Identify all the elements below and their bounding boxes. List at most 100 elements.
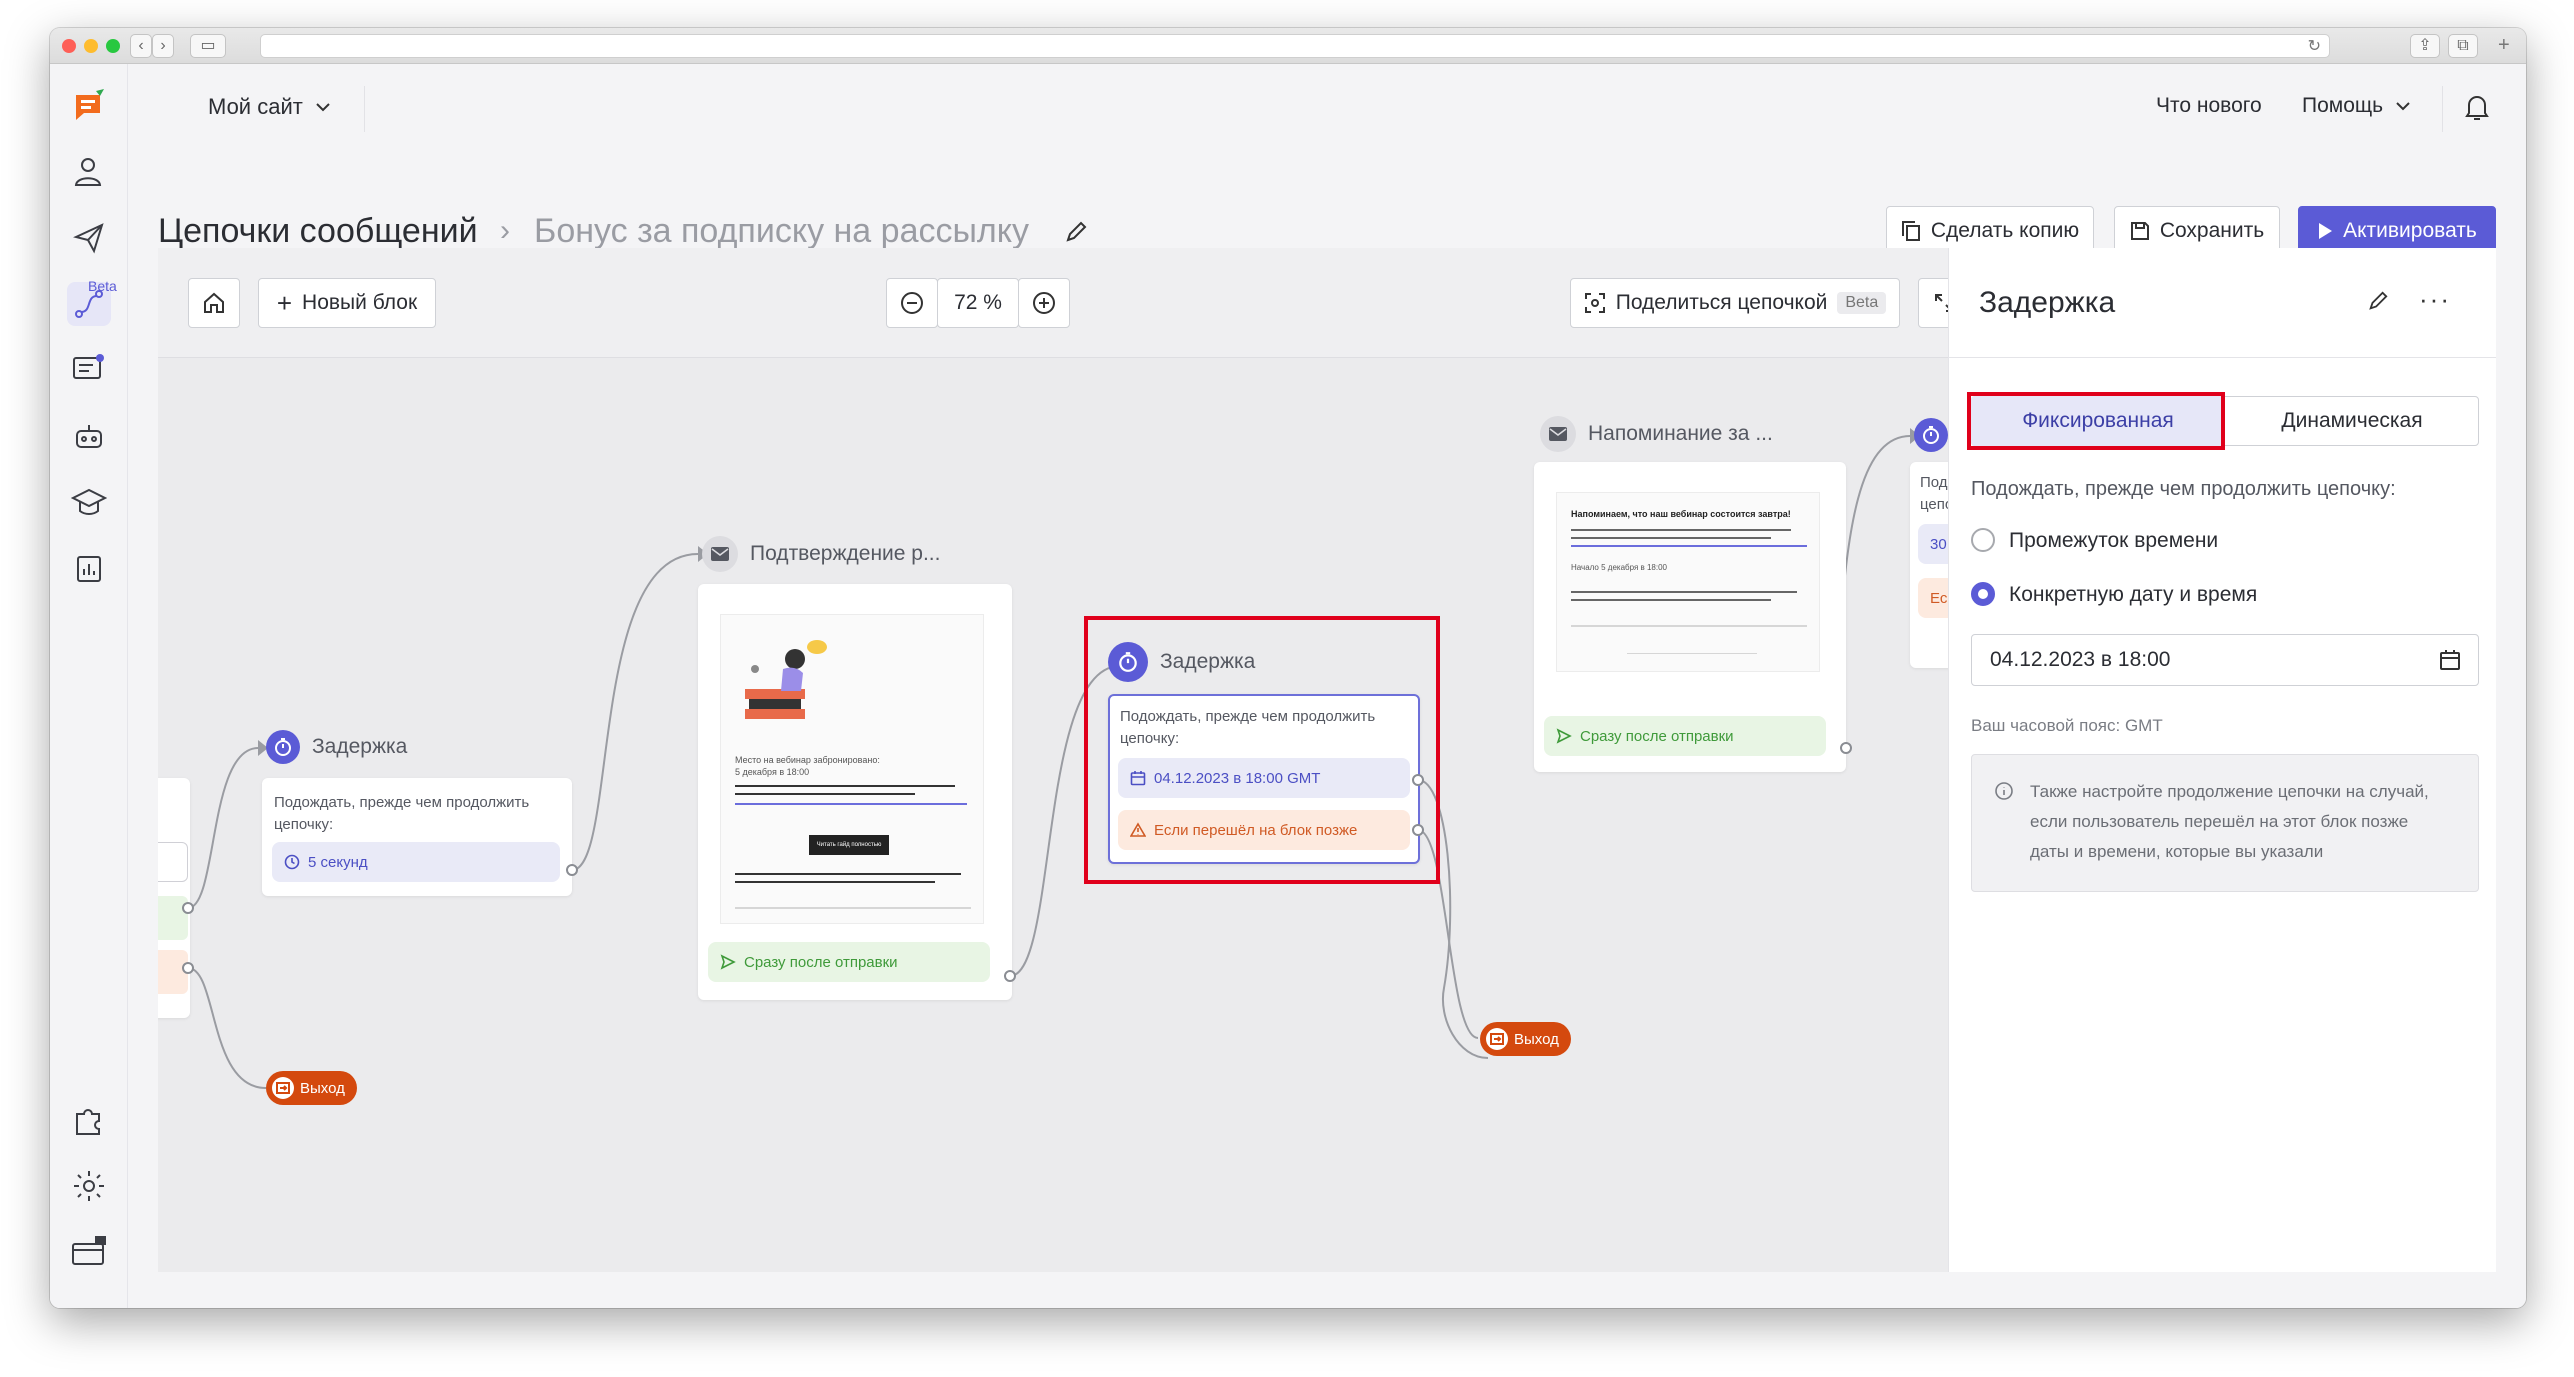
play-icon	[2319, 223, 2333, 239]
bell-icon[interactable]	[2464, 92, 2490, 127]
preview-text-line	[1571, 529, 1791, 531]
breadcrumb-root[interactable]: Цепочки сообщений	[158, 212, 478, 251]
delay-node-1-title[interactable]: Задержка	[266, 730, 407, 764]
help-menu[interactable]: Помощь	[2302, 94, 2411, 118]
timer-icon	[1914, 418, 1948, 452]
email-node-1-after-send: Сразу после отправки	[708, 942, 990, 982]
maximize-window-button[interactable]	[106, 39, 120, 53]
delay-node-3-late-branch: Ес	[1918, 578, 1948, 618]
address-bar[interactable]: ↻	[260, 34, 2330, 58]
sidebar-toggle-icon[interactable]: ▭	[190, 34, 226, 58]
education-icon[interactable]	[69, 482, 109, 522]
output-port[interactable]	[566, 864, 578, 876]
partial-node-left[interactable]	[158, 778, 190, 1018]
save-button-label: Сохранить	[2159, 219, 2265, 242]
site-selector-label: Мой сайт	[208, 94, 303, 119]
email-preview-2-heading: Напоминаем, что наш вебинар состоится за…	[1571, 509, 1791, 519]
browser-titlebar: ‹ › ▭ ↻ ⇪ ⧉ +	[50, 28, 2526, 64]
output-port[interactable]	[182, 962, 194, 974]
radio-datetime-label[interactable]: Конкретную дату и время	[2009, 583, 2257, 607]
preview-text-line	[1571, 599, 1771, 601]
site-selector[interactable]: Мой сайт	[208, 94, 331, 120]
output-port[interactable]	[1840, 742, 1852, 754]
delay-node-1[interactable]: Подождать, прежде чем продолжить цепочку…	[262, 778, 572, 896]
delay-node-2-late-branch: Если перешёл на блок позже	[1118, 810, 1410, 850]
email-node-1-title[interactable]: Подтверждение р...	[702, 536, 940, 572]
logo-icon[interactable]	[69, 86, 109, 126]
help-label: Помощь	[2302, 94, 2384, 117]
preview-text-line	[735, 785, 955, 787]
exit-node-2[interactable]: Выход	[1480, 1022, 1571, 1056]
delay-node-3[interactable]: Подож цепочк 30 Ес	[1910, 462, 1948, 668]
output-port[interactable]	[182, 902, 194, 914]
date-time-value: 04.12.2023 в 18:00	[1990, 648, 2171, 671]
info-text: Также настройте продолжение цепочки на с…	[2030, 782, 2429, 861]
email-node-2[interactable]: Напоминаем, что наш вебинар состоится за…	[1534, 462, 1846, 772]
chat-icon[interactable]	[69, 350, 109, 390]
share-icon[interactable]: ⇪	[2410, 34, 2440, 58]
preview-footer-line	[1627, 653, 1757, 654]
exit-node-1-label: Выход	[300, 1079, 345, 1097]
forward-icon[interactable]: ›	[152, 34, 174, 58]
more-options-icon[interactable]: ···	[2419, 284, 2451, 315]
calendar-icon[interactable]	[2438, 648, 2462, 672]
output-port[interactable]	[1412, 824, 1424, 836]
email-preview-1: Место на вебинар забронировано: 5 декабр…	[720, 614, 984, 924]
whats-new-link[interactable]: Что нового	[2156, 94, 2262, 118]
output-port[interactable]	[1412, 774, 1424, 786]
delay-node-2-title[interactable]: Задержка	[1108, 642, 1255, 682]
output-port[interactable]	[1004, 970, 1016, 982]
date-time-field[interactable]: 04.12.2023 в 18:00	[1971, 634, 2479, 686]
delay-node-2-value-text: 04.12.2023 в 18:00 GMT	[1154, 769, 1321, 787]
campaigns-icon[interactable]	[69, 218, 109, 258]
delay-node-1-value: 5 секунд	[272, 842, 560, 882]
illustration-icon	[745, 640, 827, 719]
preview-text-line	[735, 881, 935, 883]
copy-button-label: Сделать копию	[1930, 219, 2080, 242]
info-box: Также настройте продолжение цепочки на с…	[1971, 754, 2479, 892]
delay-node-2-label: Задержка	[1160, 650, 1256, 673]
delay-node-1-label: Задержка	[312, 735, 408, 758]
chain-canvas[interactable]: + Новый блок 72 % Поделиться цепочкой Be…	[158, 248, 1948, 1272]
delay-node-2-text: Подождать, прежде чем продолжить цепочку…	[1120, 708, 1376, 747]
preview-text-line	[735, 793, 915, 795]
edit-block-icon[interactable]	[2367, 290, 2389, 317]
delay-node-3-title[interactable]	[1914, 418, 1948, 452]
reports-icon[interactable]	[69, 548, 109, 588]
reload-icon[interactable]: ↻	[2308, 36, 2321, 56]
close-window-button[interactable]	[62, 39, 76, 53]
email-node-2-title[interactable]: Напоминание за ...	[1540, 416, 1773, 452]
exit-node-1[interactable]: Выход	[266, 1071, 357, 1105]
app-header: Мой сайт Что нового Помощь	[128, 64, 2526, 159]
new-tab-icon[interactable]: +	[2498, 34, 2510, 57]
preview-text-line	[1571, 537, 1771, 539]
radio-interval[interactable]	[1971, 528, 1995, 552]
breadcrumb-separator-icon: ›	[500, 214, 510, 247]
partial-node-field	[158, 842, 188, 882]
email-node-1[interactable]: Место на вебинар забронировано: 5 декабр…	[698, 584, 1012, 1000]
exit-icon	[272, 1077, 294, 1099]
integrations-icon[interactable]	[69, 1100, 109, 1140]
radio-interval-label[interactable]: Промежуток времени	[2009, 529, 2218, 553]
radio-datetime[interactable]	[1971, 582, 1995, 606]
exit-node-2-label: Выход	[1514, 1030, 1559, 1048]
info-icon	[1995, 782, 2013, 800]
timer-icon	[266, 730, 300, 764]
tabs-icon[interactable]: ⧉	[2448, 34, 2478, 58]
billing-icon[interactable]	[69, 1232, 109, 1272]
settings-icon[interactable]	[69, 1166, 109, 1206]
chatbot-icon[interactable]	[69, 416, 109, 456]
delay-node-2[interactable]: Подождать, прежде чем продолжить цепочку…	[1108, 694, 1420, 864]
email-preview-1-line2: 5 декабря в 18:00	[735, 767, 810, 777]
email-node-1-label: Подтверждение р...	[750, 542, 941, 565]
highlight-frame	[1967, 392, 2225, 450]
preview-text-line	[735, 873, 961, 875]
tab-dynamic[interactable]: Динамическая	[2225, 396, 2479, 446]
sidebar: Beta	[50, 64, 128, 1308]
minimize-window-button[interactable]	[84, 39, 98, 53]
contacts-icon[interactable]	[69, 152, 109, 192]
edit-title-icon[interactable]	[1064, 220, 1088, 249]
back-icon[interactable]: ‹	[130, 34, 152, 58]
email-node-1-after-send-text: Сразу после отправки	[744, 953, 898, 971]
chevron-down-icon	[316, 103, 330, 112]
